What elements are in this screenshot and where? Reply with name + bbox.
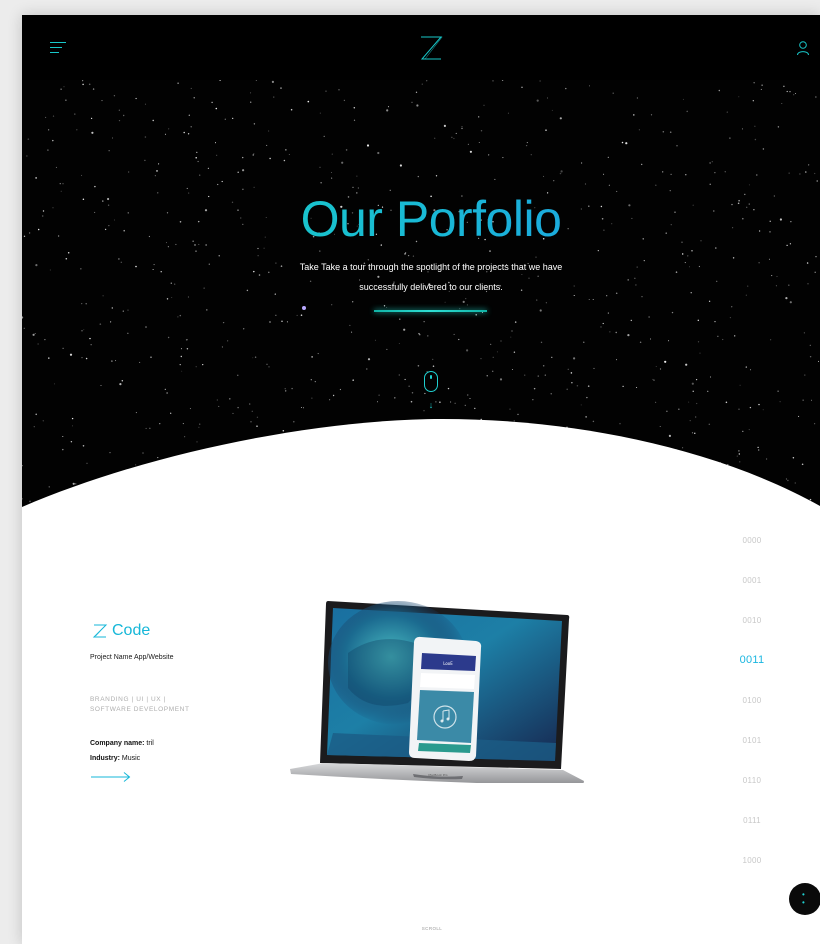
project-tags-line-1: BRANDING | UI | UX |	[90, 696, 166, 703]
binary-nav-item[interactable]: 0100	[722, 696, 782, 705]
project-logo-text: Code	[112, 622, 151, 639]
company-label: Company name:	[90, 740, 145, 747]
hero-curve-divider	[22, 419, 820, 535]
scroll-label: SCROLL	[421, 926, 443, 931]
hamburger-menu-icon[interactable]	[50, 42, 66, 54]
hero-subtitle-line-1: Take Take a tour through the spotlight o…	[299, 262, 563, 272]
page-title: Our Porfolio	[22, 190, 820, 248]
scroll-down-arrow-icon: ↓	[428, 400, 434, 410]
mouse-scroll-icon[interactable]	[424, 371, 438, 392]
binary-nav-item[interactable]: 0110	[722, 776, 782, 785]
z-code-logo-icon	[92, 624, 108, 638]
hero-subtitle-line-2: successfully delivered to our clients.	[359, 282, 503, 292]
industry-label: Industry:	[90, 755, 120, 762]
binary-nav-item[interactable]: 0000	[722, 536, 782, 545]
fab-dot-bottom: •	[802, 898, 805, 907]
binary-nav-item[interactable]: 0010	[722, 616, 782, 625]
device-caption: MacBook Pro	[428, 773, 447, 777]
project-tags-line-2: SOFTWARE DEVELOPMENT	[90, 706, 190, 713]
project-name: Project Name App/Website	[90, 654, 174, 661]
binary-nav-item[interactable]: 0001	[722, 576, 782, 585]
laptop-mockup-image: MacBook Pro LooE	[290, 601, 584, 783]
phone-header: LooE	[443, 661, 453, 666]
project-tags: BRANDING | UI | UX | SOFTWARE DEVELOPMEN…	[90, 695, 220, 715]
project-card: Code Project Name App/Website BRANDING |…	[90, 620, 250, 810]
portfolio-page: Our Porfolio Take Take a tour through th…	[22, 15, 820, 944]
binary-nav-item[interactable]: 1000	[722, 856, 782, 865]
right-arrow-icon[interactable]	[90, 770, 132, 784]
fab-button[interactable]: • •	[789, 883, 820, 915]
z-logo-icon[interactable]	[418, 34, 444, 62]
top-navbar	[22, 15, 820, 80]
project-logo: Code	[90, 620, 290, 642]
company-row: Company name: tril	[90, 740, 154, 747]
title-underline	[374, 310, 487, 312]
industry-value: Music	[121, 755, 141, 762]
company-value: tril	[146, 740, 154, 747]
hero-section: Our Porfolio Take Take a tour through th…	[22, 15, 820, 535]
binary-section-nav: 0000 0001 0010 0011 0100 0101 0110 0111 1000	[722, 536, 782, 896]
binary-nav-item[interactable]: 0011	[722, 654, 782, 666]
industry-row: Industry: Music	[90, 755, 140, 762]
binary-nav-item[interactable]: 0101	[722, 736, 782, 745]
binary-nav-item[interactable]: 0111	[722, 816, 782, 825]
user-account-icon[interactable]	[796, 40, 810, 56]
hero-subtitle: Take Take a tour through the spotlight o…	[281, 257, 581, 297]
